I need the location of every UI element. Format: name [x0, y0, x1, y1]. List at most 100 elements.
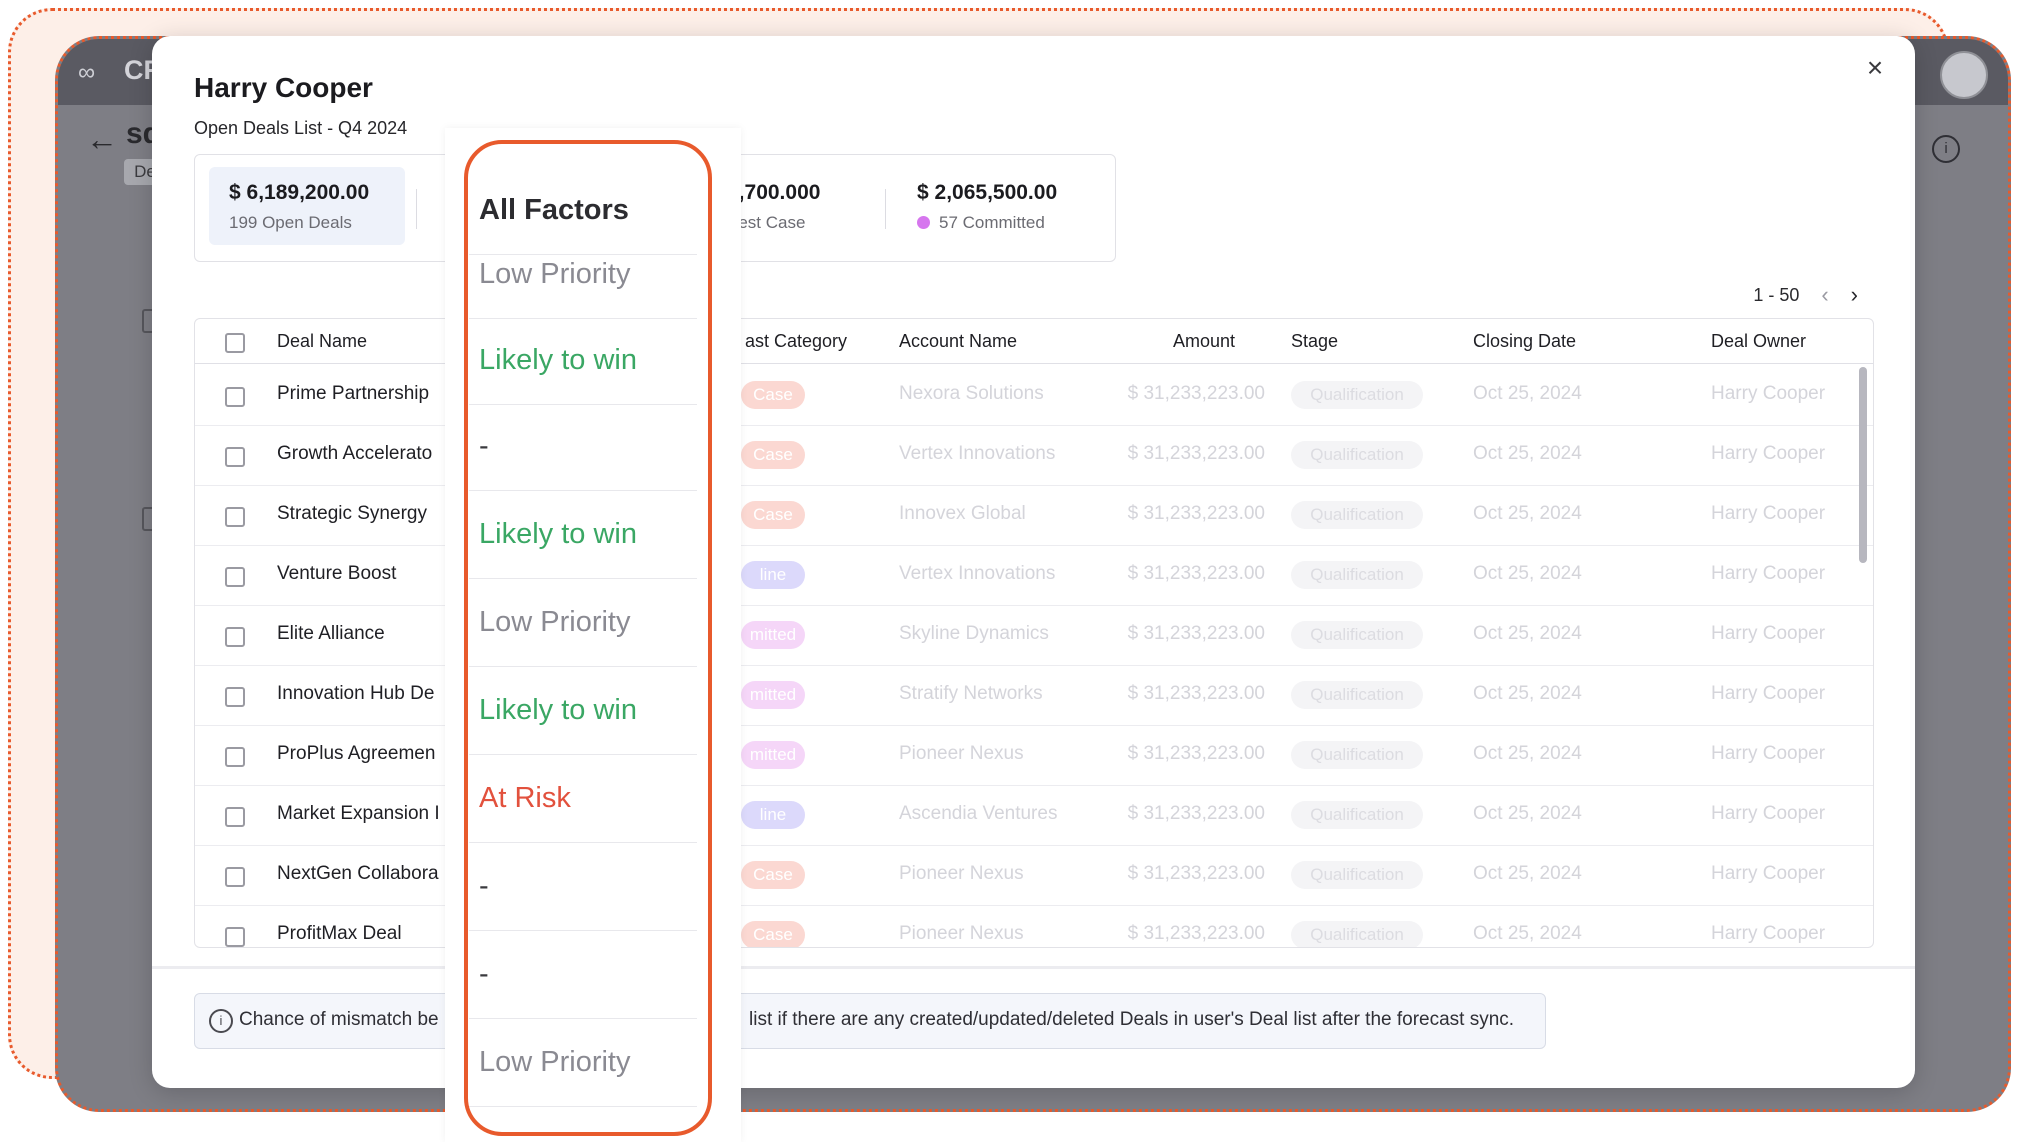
deal-amount: $ 31,233,223.00	[1127, 563, 1265, 584]
dropdown-option-label: Likely to win	[479, 694, 637, 726]
table-scrollbar[interactable]	[1859, 367, 1867, 563]
forecast-category-pill: Case	[741, 921, 805, 947]
stage-pill: Qualification	[1291, 381, 1423, 409]
dropdown-option[interactable]: Likely to win	[469, 318, 697, 405]
deal-name[interactable]: Prime Partnership	[277, 383, 447, 405]
deal-amount: $ 31,233,223.00	[1127, 383, 1265, 404]
column-header-account-name[interactable]: Account Name	[899, 331, 1017, 352]
deal-name[interactable]: Elite Alliance	[277, 623, 447, 645]
deal-name[interactable]: ProfitMax Deal	[277, 923, 447, 945]
row-checkbox[interactable]	[225, 627, 245, 647]
deal-owner: Harry Cooper	[1711, 923, 1826, 944]
row-checkbox[interactable]	[225, 507, 245, 527]
dropdown-option-label: All Factors	[479, 194, 629, 226]
column-header-forecast-category[interactable]: ast Category	[745, 331, 847, 352]
closing-date: Oct 25, 2024	[1473, 803, 1582, 824]
forecast-category-pill: Case	[741, 441, 805, 469]
info-icon[interactable]: i	[1932, 135, 1960, 163]
row-checkbox[interactable]	[225, 567, 245, 587]
stage-pill: Qualification	[1291, 501, 1423, 529]
account-name[interactable]: Pioneer Nexus	[899, 923, 1099, 945]
deal-owner: Harry Cooper	[1711, 443, 1826, 464]
closing-date: Oct 25, 2024	[1473, 923, 1582, 944]
closing-date: Oct 25, 2024	[1473, 503, 1582, 524]
deal-amount: $ 31,233,223.00	[1127, 743, 1265, 764]
account-name[interactable]: Nexora Solutions	[899, 383, 1099, 405]
mismatch-note: i Chance of mismatch be list if there ar…	[194, 993, 1546, 1049]
crm-logo-icon: ∞	[78, 59, 96, 86]
row-checkbox[interactable]	[225, 387, 245, 407]
row-checkbox[interactable]	[225, 867, 245, 887]
deal-amount: $ 31,233,223.00	[1127, 683, 1265, 704]
modal-subtitle: Open Deals List - Q4 2024	[194, 118, 408, 138]
stat-committed[interactable]: $ 2,065,500.00 57 Committed	[913, 167, 1103, 245]
account-name[interactable]: Vertex Innovations	[899, 443, 1099, 465]
stage-pill: Qualification	[1291, 681, 1423, 709]
dropdown-option[interactable]: -	[469, 844, 697, 931]
account-name[interactable]: Ascendia Ventures	[899, 803, 1099, 825]
closing-date: Oct 25, 2024	[1473, 443, 1582, 464]
row-checkbox[interactable]	[225, 687, 245, 707]
chevron-left-icon[interactable]: ‹	[1821, 282, 1828, 308]
account-name[interactable]: Innovex Global	[899, 503, 1099, 525]
dropdown-option[interactable]: At Risk	[469, 756, 697, 843]
column-header-amount[interactable]: Amount	[1173, 331, 1235, 352]
column-header-deal-owner[interactable]: Deal Owner	[1711, 331, 1806, 352]
closing-date: Oct 25, 2024	[1473, 623, 1582, 644]
account-name[interactable]: Vertex Innovations	[899, 563, 1099, 585]
stat-value: $ 6,189,200.00	[229, 181, 370, 204]
row-checkbox[interactable]	[225, 807, 245, 827]
dropdown-option[interactable]: Likely to win	[469, 668, 697, 755]
deal-name[interactable]: Innovation Hub De	[277, 683, 447, 705]
dropdown-option[interactable]: -	[469, 404, 697, 491]
stat-divider	[885, 189, 886, 229]
forecast-category-pill: mitted	[741, 741, 805, 769]
account-name[interactable]: Pioneer Nexus	[899, 743, 1099, 765]
note-text-left: Chance of mismatch be	[239, 1009, 439, 1030]
back-arrow-icon[interactable]: ←	[86, 121, 118, 158]
column-header-stage[interactable]: Stage	[1291, 331, 1338, 352]
stat-label: 199 Open Deals	[229, 213, 352, 232]
stat-divider	[416, 189, 417, 229]
dropdown-option-label: At Risk	[479, 782, 571, 814]
closing-date: Oct 25, 2024	[1473, 563, 1582, 584]
chevron-right-icon[interactable]: ›	[1851, 282, 1858, 308]
stage-pill: Qualification	[1291, 561, 1423, 589]
row-checkbox[interactable]	[225, 447, 245, 467]
dropdown-option-label: Likely to win	[479, 518, 637, 550]
deal-name[interactable]: Growth Accelerato	[277, 443, 447, 465]
stat-open-deals[interactable]: $ 6,189,200.00 199 Open Deals	[209, 167, 405, 245]
deal-name[interactable]: Strategic Synergy	[277, 503, 447, 525]
account-name[interactable]: Stratify Networks	[899, 683, 1099, 705]
info-icon: i	[209, 1009, 233, 1033]
select-all-checkbox[interactable]	[225, 333, 245, 353]
dropdown-option[interactable]: Low Priority	[469, 580, 697, 667]
close-icon[interactable]: ×	[1859, 52, 1891, 84]
dropdown-option[interactable]: -	[469, 932, 697, 1019]
dropdown-option[interactable]: Low Priority	[469, 232, 697, 319]
stage-pill: Qualification	[1291, 741, 1423, 769]
deal-owner: Harry Cooper	[1711, 743, 1826, 764]
dropdown-option[interactable]: Low Priority	[469, 1020, 697, 1107]
deal-name[interactable]: NextGen Collabora	[277, 863, 447, 885]
dropdown-option[interactable]: Likely to win	[469, 492, 697, 579]
row-checkbox[interactable]	[225, 927, 245, 947]
deal-name[interactable]: Market Expansion I	[277, 803, 447, 825]
dropdown-option-label: Likely to win	[479, 344, 637, 376]
row-checkbox[interactable]	[225, 747, 245, 767]
stat-best-case[interactable]: 3,700.000 Best Case	[727, 167, 875, 245]
forecast-category-pill: Case	[741, 861, 805, 889]
forecast-category-pill: Case	[741, 501, 805, 529]
account-name[interactable]: Pioneer Nexus	[899, 863, 1099, 885]
user-avatar[interactable]	[1940, 51, 1988, 99]
deal-owner: Harry Cooper	[1711, 863, 1826, 884]
factor-filter-dropdown: All Factors Low Priority Likely to win - Lik…	[445, 128, 741, 1142]
account-name[interactable]: Skyline Dynamics	[899, 623, 1099, 645]
deal-amount: $ 31,233,223.00	[1127, 923, 1265, 944]
forecast-category-pill: line	[741, 561, 805, 589]
forecast-category-pill: line	[741, 801, 805, 829]
deal-name[interactable]: ProPlus Agreemen	[277, 743, 447, 765]
deal-name[interactable]: Venture Boost	[277, 563, 447, 585]
column-header-closing-date[interactable]: Closing Date	[1473, 331, 1576, 352]
column-header-deal-name[interactable]: Deal Name	[277, 331, 367, 352]
